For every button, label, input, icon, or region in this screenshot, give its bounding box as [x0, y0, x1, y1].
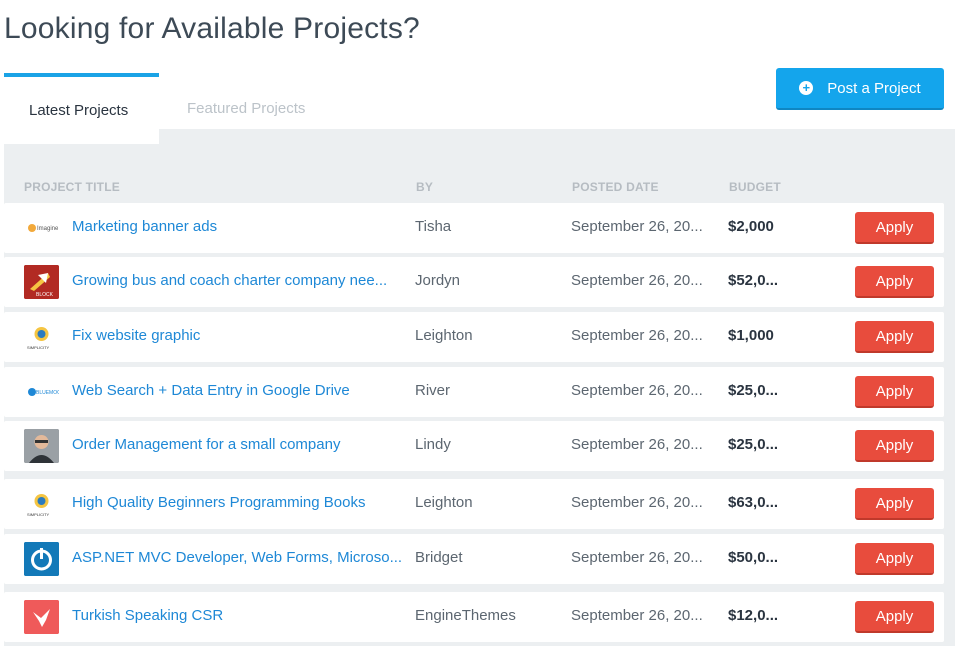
post-project-button[interactable]: + Post a Project — [776, 68, 944, 110]
user-avatar-icon — [24, 429, 59, 463]
page-title: Looking for Available Projects? — [4, 12, 420, 45]
apply-button[interactable]: Apply — [855, 430, 934, 462]
apply-button[interactable]: Apply — [855, 543, 934, 575]
project-author: EngineThemes — [415, 607, 516, 624]
project-row: SIMPLICITY Fix website graphic Leighton Sep… — [4, 312, 944, 362]
project-author: Leighton — [415, 327, 473, 344]
project-row: Imagine Marketing banner ads Tisha Septembe… — [4, 203, 944, 253]
project-title-link[interactable]: Growing bus and coach charter company ne… — [72, 272, 387, 289]
plus-circle-icon: + — [799, 81, 814, 95]
svg-text:BLOCK: BLOCK — [36, 292, 54, 298]
project-author: Lindy — [415, 436, 451, 453]
project-budget: $50,0... — [728, 549, 779, 566]
project-title-link[interactable]: Turkish Speaking CSR — [72, 607, 223, 624]
power-logo-icon — [24, 542, 59, 576]
project-budget: $52,0... — [728, 272, 779, 289]
project-title-link[interactable]: Fix website graphic — [72, 327, 200, 344]
project-budget: $63,0... — [728, 494, 779, 511]
project-posted-date: September 26, 20... — [571, 327, 703, 344]
column-header-title: PROJECT TITLE — [24, 180, 120, 194]
svg-text:BLUEMOON: BLUEMOON — [36, 390, 59, 396]
svg-text:SIMPLICITY: SIMPLICITY — [27, 345, 50, 350]
apply-button[interactable]: Apply — [855, 321, 934, 353]
project-posted-date: September 26, 20... — [571, 436, 703, 453]
block-logo-icon: BLOCK — [24, 265, 59, 299]
project-budget: $12,0... — [728, 607, 779, 624]
bluemoon-logo-icon: BLUEMOON — [24, 375, 59, 409]
project-row: Turkish Speaking CSR EngineThemes Septembe… — [4, 592, 944, 642]
apply-button[interactable]: Apply — [855, 376, 934, 408]
project-author: Bridget — [415, 549, 463, 566]
project-row: BLOCK Growing bus and coach charter compa… — [4, 257, 944, 307]
tab-latest-projects[interactable]: Latest Projects — [4, 73, 159, 144]
project-author: Jordyn — [415, 272, 461, 289]
apply-button[interactable]: Apply — [855, 488, 934, 520]
project-row: Order Management for a small company Lind… — [4, 421, 944, 471]
svg-text:SIMPLICITY: SIMPLICITY — [27, 512, 50, 517]
tab-featured-projects[interactable]: Featured Projects — [159, 73, 330, 144]
project-row: SIMPLICITY High Quality Beginners Program… — [4, 479, 944, 529]
imagine-logo-icon: Imagine — [24, 211, 59, 245]
apply-button[interactable]: Apply — [855, 212, 934, 244]
project-budget: $1,000 — [728, 327, 774, 344]
project-title-link[interactable]: High Quality Beginners Programming Books — [72, 494, 365, 511]
project-title-link[interactable]: Marketing banner ads — [72, 218, 217, 235]
column-header-budget: BUDGET — [729, 180, 781, 194]
column-header-by: BY — [416, 180, 434, 194]
column-header-date: POSTED DATE — [572, 180, 659, 194]
project-budget: $25,0... — [728, 436, 779, 453]
project-budget: $2,000 — [728, 218, 774, 235]
project-title-link[interactable]: Order Management for a small company — [72, 436, 340, 453]
apply-button[interactable]: Apply — [855, 266, 934, 298]
project-author: Tisha — [415, 218, 452, 235]
project-posted-date: September 26, 20... — [571, 549, 703, 566]
bird-logo-icon — [24, 600, 59, 634]
project-posted-date: September 26, 20... — [571, 494, 703, 511]
project-budget: $25,0... — [728, 382, 779, 399]
project-author: Leighton — [415, 494, 473, 511]
simplicity-logo-icon: SIMPLICITY — [24, 487, 59, 521]
project-title-link[interactable]: Web Search + Data Entry in Google Drive — [72, 382, 350, 399]
project-row: BLUEMOON Web Search + Data Entry in Googl… — [4, 367, 944, 417]
post-project-label: Post a Project — [827, 79, 921, 97]
apply-button[interactable]: Apply — [855, 601, 934, 633]
project-posted-date: September 26, 20... — [571, 607, 703, 624]
project-posted-date: September 26, 20... — [571, 218, 703, 235]
project-title-link[interactable]: ASP.NET MVC Developer, Web Forms, Micros… — [72, 549, 402, 566]
project-author: River — [415, 382, 451, 399]
project-row: ASP.NET MVC Developer, Web Forms, Micros… — [4, 534, 944, 584]
simplicity-logo-icon: SIMPLICITY — [24, 320, 59, 354]
svg-text:Imagine: Imagine — [37, 226, 59, 232]
project-posted-date: September 26, 20... — [571, 382, 703, 399]
project-posted-date: September 26, 20... — [571, 272, 703, 289]
project-tabs: Latest Projects Featured Projects — [4, 73, 330, 144]
